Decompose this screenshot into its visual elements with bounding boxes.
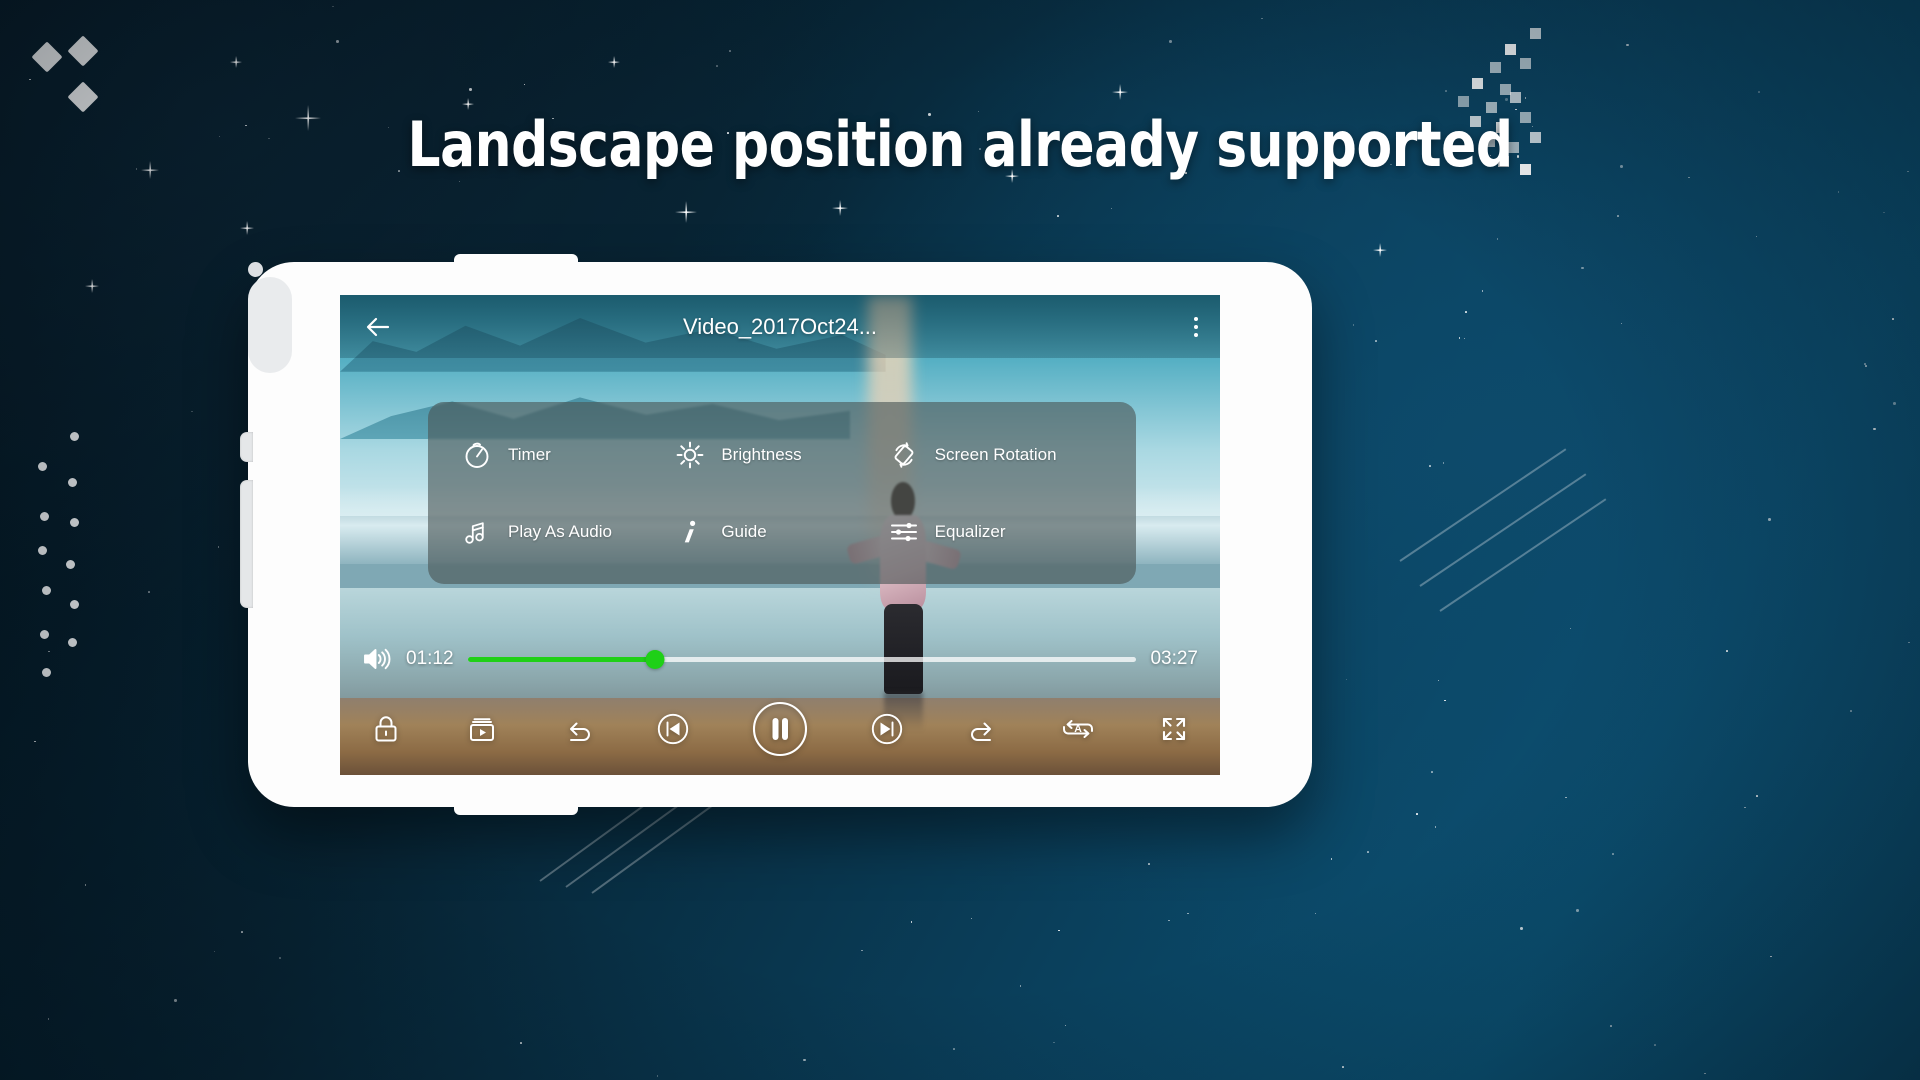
menu-item-brightness[interactable]: Brightness [675,416,888,493]
menu-item-play-as-audio[interactable]: Play As Audio [462,493,675,570]
phone-mockup: Video_2017Oct24... Timer Brightness Scre… [248,262,1312,807]
kebab-menu-icon[interactable] [1194,317,1198,337]
phone-screen[interactable]: Video_2017Oct24... Timer Brightness Scre… [340,295,1220,775]
forward-button[interactable] [963,709,1003,749]
info-italic-icon [675,517,705,547]
phone-right-side-button[interactable] [248,277,292,373]
repeat-button[interactable]: A [1058,709,1098,749]
seek-bar-row: 01:12 03:27 [340,635,1220,683]
fullscreen-button[interactable] [1154,709,1194,749]
phone-volume-button[interactable] [240,480,253,608]
seek-slider-handle[interactable] [645,650,664,669]
previous-track-button[interactable] [653,709,693,749]
phone-notch [454,254,578,270]
next-track-button[interactable] [867,709,907,749]
equalizer-sliders-icon [889,517,919,547]
phone-power-button[interactable] [240,432,253,462]
video-title: Video_2017Oct24... [340,314,1220,340]
menu-item-label: Guide [721,522,766,542]
player-top-bar: Video_2017Oct24... [340,295,1220,358]
seek-slider[interactable] [468,649,1137,669]
volume-speaker-icon[interactable] [362,646,392,672]
svg-text:A: A [1074,723,1082,735]
phone-bottom-tab [454,799,578,815]
menu-item-label: Brightness [721,445,801,465]
player-controls-bar: A [340,683,1220,775]
brightness-sun-icon [675,440,705,470]
options-menu-panel[interactable]: Timer Brightness Screen Rotation Play As… [428,402,1136,584]
menu-item-label: Play As Audio [508,522,612,542]
menu-item-label: Screen Rotation [935,445,1057,465]
play-pause-button[interactable] [749,698,811,760]
timer-icon [462,440,492,470]
rewind-button[interactable] [558,709,598,749]
phone-sensor-dot [248,262,263,277]
total-time-label: 03:27 [1150,648,1198,670]
menu-item-label: Equalizer [935,522,1006,542]
menu-item-equalizer[interactable]: Equalizer [889,493,1102,570]
screen-rotation-icon [889,440,919,470]
current-time-label: 01:12 [406,648,454,670]
menu-item-guide[interactable]: Guide [675,493,888,570]
page-title: Landscape position already supported [67,108,1853,181]
menu-item-label: Timer [508,445,551,465]
menu-item-timer[interactable]: Timer [462,416,675,493]
playlist-button[interactable] [462,709,502,749]
lock-button[interactable] [366,709,406,749]
menu-item-screen-rotation[interactable]: Screen Rotation [889,416,1102,493]
seek-track-progress [468,657,655,662]
music-note-icon [462,517,492,547]
